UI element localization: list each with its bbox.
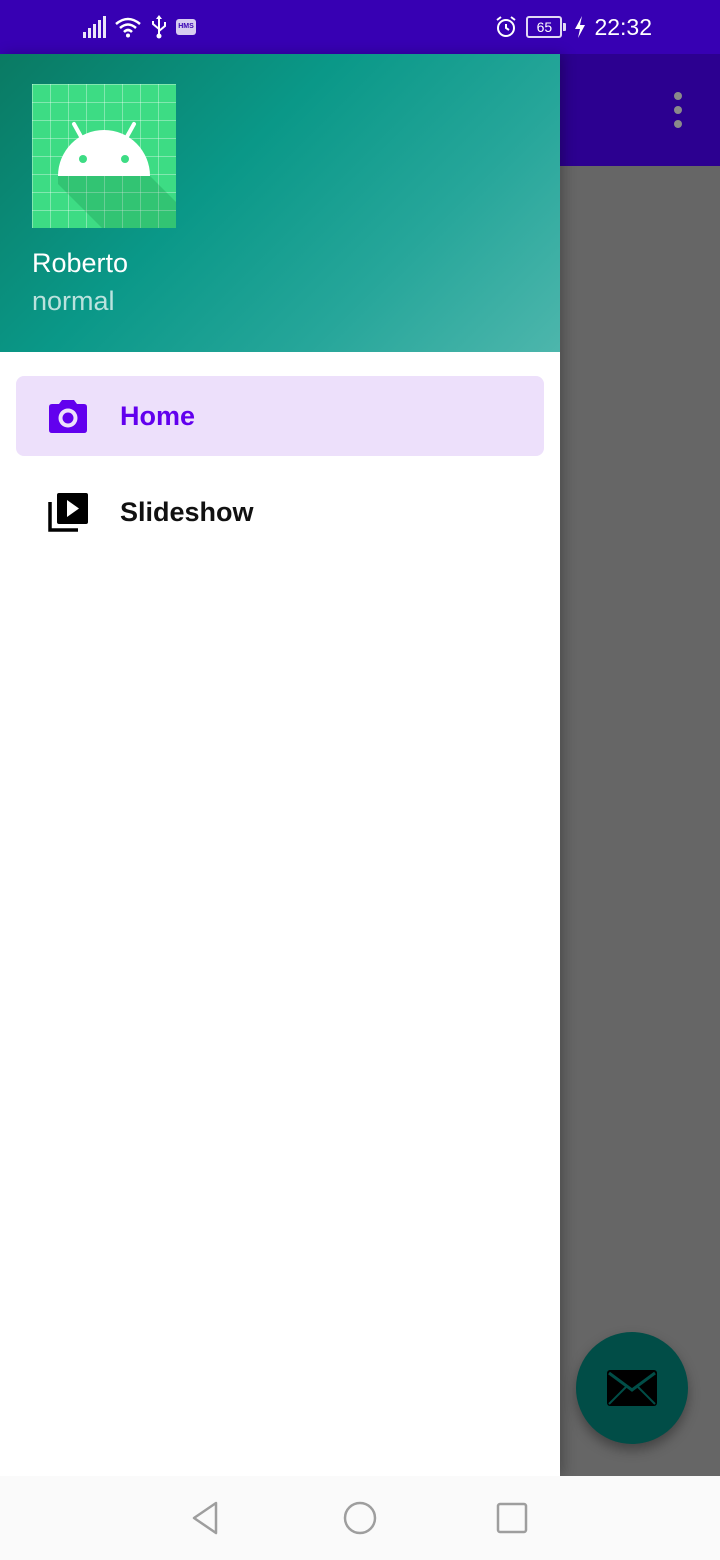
mail-icon <box>607 1370 657 1406</box>
back-icon[interactable] <box>186 1498 226 1538</box>
usb-icon <box>152 15 166 39</box>
status-right-icons: 65 22:32 <box>494 12 652 42</box>
avatar <box>32 84 176 228</box>
slideshow-icon <box>48 493 88 532</box>
battery-level: 65 <box>526 16 563 38</box>
home-circle-icon[interactable] <box>340 1498 380 1538</box>
wifi-icon <box>115 17 141 38</box>
drawer-item-label: Slideshow <box>120 496 254 527</box>
more-vert-icon[interactable] <box>670 92 686 128</box>
battery-icon: 65 <box>526 16 567 38</box>
android-icon <box>58 122 176 228</box>
drawer-item-label: Home <box>120 400 196 431</box>
fab-mail-button[interactable] <box>576 1332 688 1444</box>
header-user-subtitle: normal <box>32 286 115 316</box>
drawer-header: Roberto normal <box>0 54 560 352</box>
header-user-name: Roberto <box>32 248 129 278</box>
signal-icon <box>83 16 106 38</box>
status-bar: HMS 65 22:32 <box>0 0 720 54</box>
navigation-drawer: Roberto normal Home Slideshow <box>0 54 560 1476</box>
hms-icon: HMS <box>176 19 196 35</box>
recents-icon[interactable] <box>492 1498 532 1538</box>
drawer-item-home[interactable]: Home <box>16 376 544 456</box>
system-nav-bar <box>0 1476 720 1560</box>
status-left-icons: HMS <box>82 14 196 40</box>
camera-icon <box>49 400 87 433</box>
status-time: 22:32 <box>594 13 652 40</box>
charging-icon <box>575 16 586 38</box>
alarm-icon <box>496 16 517 37</box>
drawer-item-slideshow[interactable]: Slideshow <box>16 472 544 552</box>
